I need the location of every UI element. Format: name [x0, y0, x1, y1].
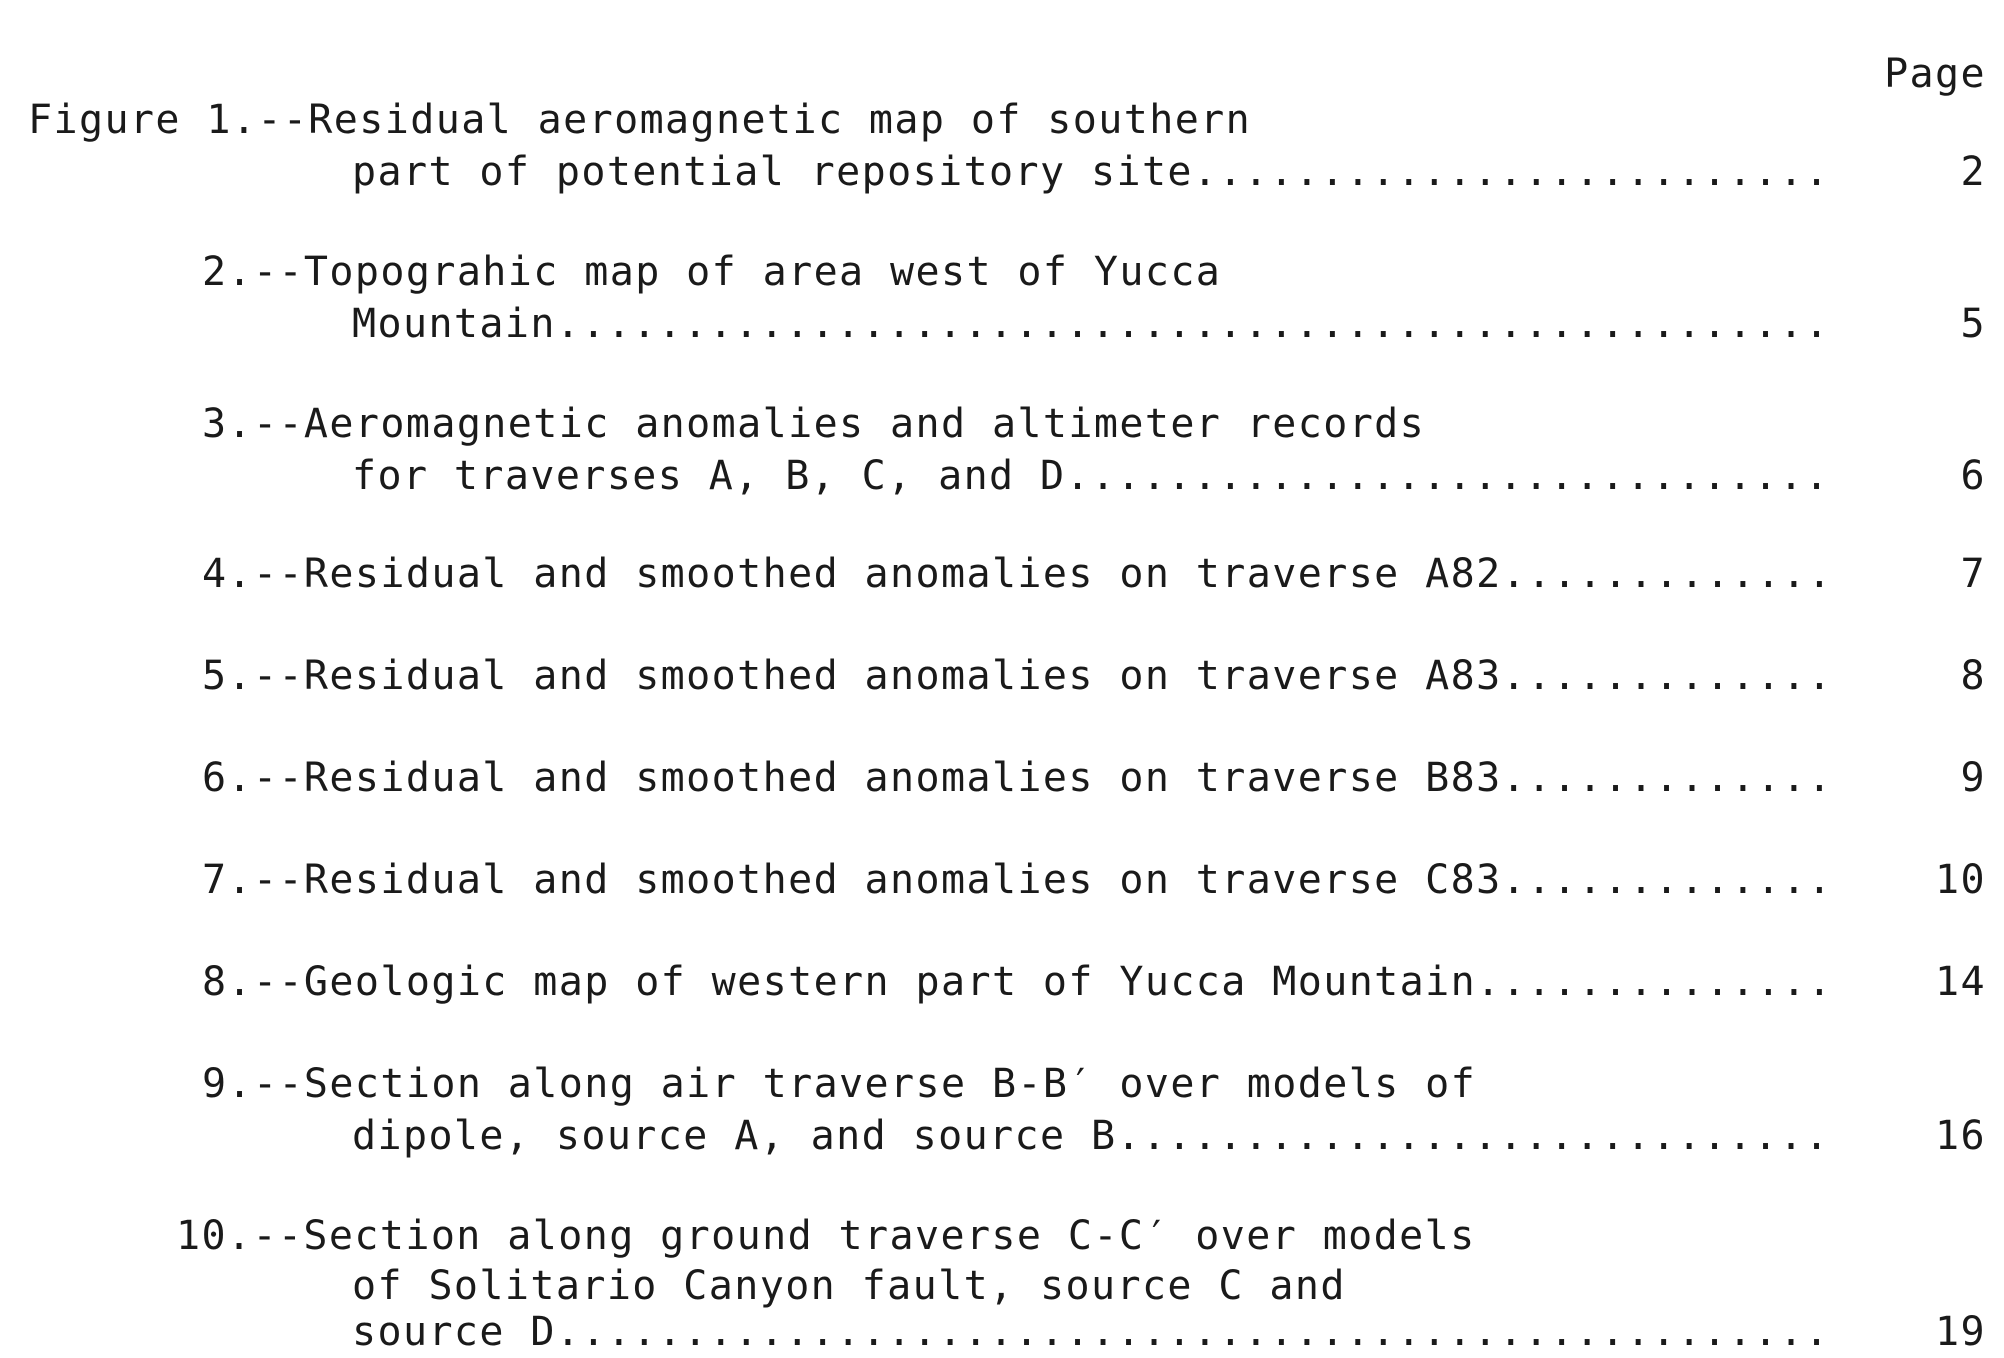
figure-1-title: Figure 1.--Residual aeromagnetic map of … [28, 97, 1252, 143]
figure-2-title-cont: Mountain................................… [352, 298, 1836, 350]
figure-3-title-cont-text: for traverses A, B, C, and D [352, 453, 1066, 499]
figure-3-page: 6 [1960, 453, 1986, 499]
figure-7-page: 10 [1935, 857, 1986, 903]
figure-6-page: 9 [1960, 755, 1986, 801]
figure-4-page: 7 [1960, 551, 1986, 597]
figure-10-title-cont-2: source D................................… [352, 1306, 1836, 1358]
figure-8-title-text: 8.--Geologic map of western part of Yucc… [202, 959, 1477, 1005]
figure-2-title-cont-text: Mountain [352, 301, 556, 347]
figure-2-page: 5 [1960, 301, 1986, 347]
list-of-figures-page: Page Figure 1.--Residual aeromagnetic ma… [0, 0, 2004, 1355]
leader-dots: ........................................… [1501, 857, 1836, 903]
figure-6-title: 6.--Residual and smoothed anomalies on t… [202, 752, 1836, 804]
leader-dots: ........................................… [555, 301, 1836, 347]
figure-10-title-cont-2-text: source D [352, 1309, 556, 1355]
leader-dots: ........................................… [1065, 453, 1837, 499]
figure-9-title-cont: dipole, source A, and source B..........… [352, 1110, 1836, 1162]
figure-6-title-text: 6.--Residual and smoothed anomalies on t… [202, 755, 1502, 801]
figure-4-title-text: 4.--Residual and smoothed anomalies on t… [202, 551, 1502, 597]
figure-8-title: 8.--Geologic map of western part of Yucc… [202, 956, 1836, 1008]
figure-1-page: 2 [1960, 149, 1986, 195]
figure-10-title: 10.--Section along ground traverse C-C′ … [176, 1213, 1476, 1259]
figure-2-title: 2.--Topograhic map of area west of Yucca [202, 249, 1222, 295]
leader-dots: ........................................… [1192, 149, 1836, 195]
figure-8-page: 14 [1935, 959, 1986, 1005]
leader-dots: ........................................… [1116, 1113, 1836, 1159]
leader-dots: ........................................… [555, 1309, 1836, 1355]
figure-4-title: 4.--Residual and smoothed anomalies on t… [202, 548, 1836, 600]
figure-10-title-cont-1: of Solitario Canyon fault, source C and [352, 1263, 1346, 1309]
figure-1-title-cont: part of potential repository site.......… [352, 146, 1836, 198]
figure-1-title-cont-text: part of potential repository site [352, 149, 1193, 195]
figure-3-title: 3.--Aeromagnetic anomalies and altimeter… [202, 401, 1426, 447]
leader-dots: ........................................… [1501, 551, 1836, 597]
figure-7-title-text: 7.--Residual and smoothed anomalies on t… [202, 857, 1502, 903]
figure-9-title-cont-text: dipole, source A, and source B [352, 1113, 1117, 1159]
figure-5-title: 5.--Residual and smoothed anomalies on t… [202, 650, 1836, 702]
figure-5-title-text: 5.--Residual and smoothed anomalies on t… [202, 653, 1502, 699]
figure-5-page: 8 [1960, 653, 1986, 699]
figure-10-page: 19 [1935, 1309, 1986, 1355]
page-column-header: Page [1884, 51, 1986, 97]
leader-dots: ........................................… [1501, 755, 1836, 801]
figure-3-title-cont: for traverses A, B, C, and D............… [352, 450, 1836, 502]
figure-9-title: 9.--Section along air traverse B-B′ over… [202, 1061, 1477, 1107]
leader-dots: ........................................… [1501, 653, 1836, 699]
figure-9-page: 16 [1935, 1113, 1986, 1159]
figure-7-title: 7.--Residual and smoothed anomalies on t… [202, 854, 1836, 906]
leader-dots: ........................................… [1476, 959, 1836, 1005]
